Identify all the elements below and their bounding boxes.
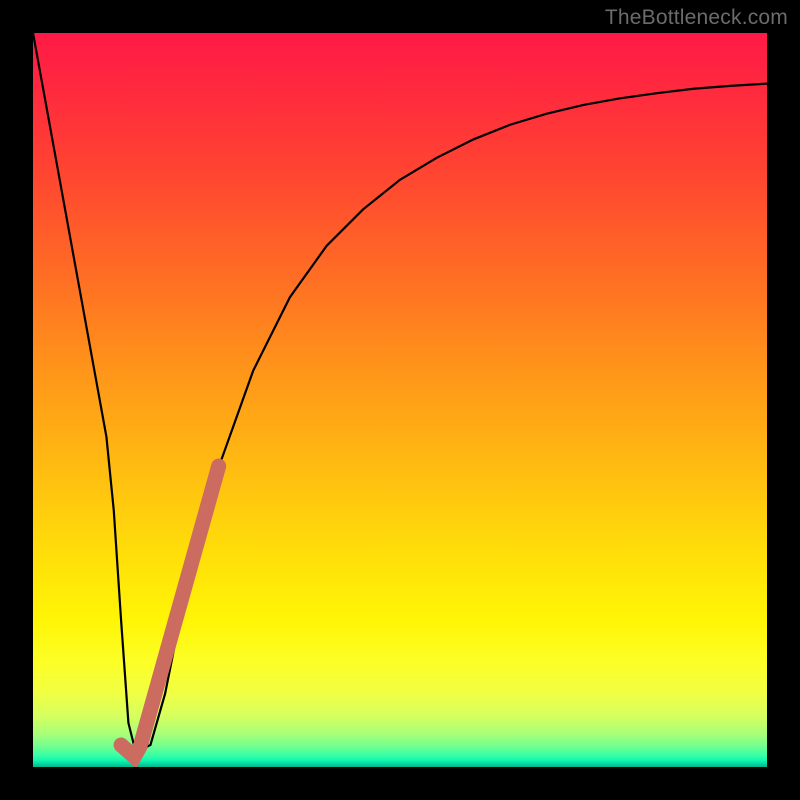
- chart-frame: TheBottleneck.com: [0, 0, 800, 800]
- watermark-label: TheBottleneck.com: [605, 6, 788, 30]
- plot-area: [33, 33, 767, 767]
- bottleneck-curve: [33, 33, 767, 752]
- curve-layer: [33, 33, 767, 767]
- highlight-segment: [142, 466, 219, 741]
- highlight-hook: [121, 745, 140, 757]
